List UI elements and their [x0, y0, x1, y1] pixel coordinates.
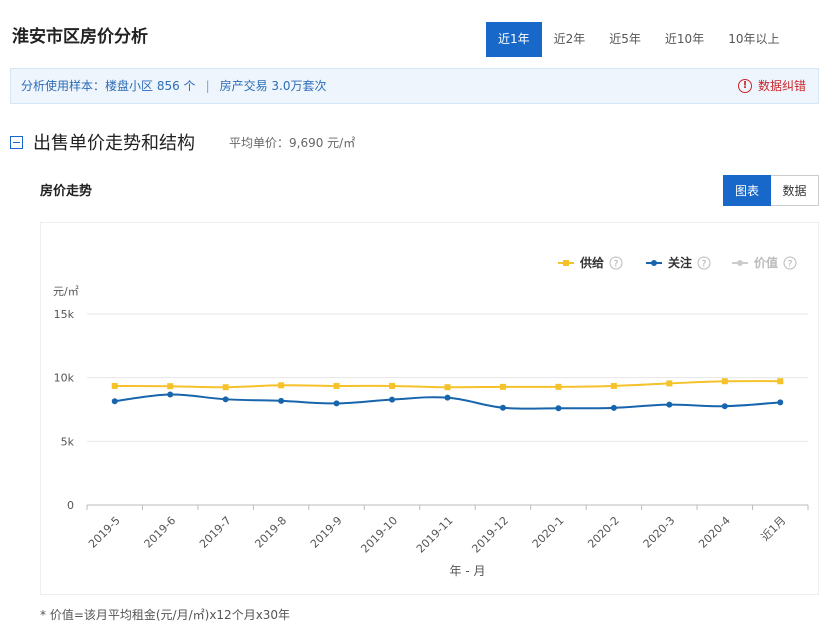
y-tick-label: 0 [67, 499, 74, 512]
series-point [777, 378, 784, 385]
series-point [499, 383, 506, 390]
series-point [389, 396, 396, 403]
sample-community-count: 楼盘小区 856 个 [105, 79, 196, 93]
average-price-value: 9,690 元/㎡ [289, 135, 356, 150]
tab-10-years[interactable]: 近10年 [653, 22, 716, 57]
y-tick-label: 10k [54, 372, 75, 385]
series-point [777, 399, 784, 406]
y-axis-unit-label: 元/㎡ [53, 285, 79, 298]
series-point [333, 382, 340, 389]
data-correction-label: 数据纠错 [757, 79, 806, 93]
section-title: 出售单价走势和结构 [33, 133, 195, 154]
series-point [610, 382, 617, 389]
series-point [666, 380, 673, 387]
series-point [444, 394, 451, 401]
series-point [444, 384, 451, 391]
average-price-label: 平均单价： [229, 135, 290, 150]
info-icon: ! [737, 79, 752, 93]
data-correction-link[interactable]: ! 数据纠错 [737, 69, 806, 103]
series-point [721, 403, 728, 410]
chart-panel: 元/㎡ 0 5k 10k 15k 2019-5 2019-6 2019-7 2019-8 2019… [40, 222, 819, 595]
series-point [555, 383, 562, 390]
sample-separator: | [205, 79, 210, 93]
help-icon-glyph: ? [614, 260, 619, 270]
series-point [278, 397, 285, 404]
series-point [555, 405, 562, 412]
data-view-button[interactable]: 数据 [771, 175, 819, 206]
series-point [222, 384, 229, 391]
sample-info-bar: 分析使用样本：楼盘小区 856 个 | 房产交易 3.0万套次 ! 数据纠错 [10, 68, 819, 104]
chart-view-button[interactable]: 图表 [723, 175, 771, 206]
page-title: 淮安市区房价分析 [12, 27, 148, 47]
sample-transaction-count: 房产交易 3.0万套次 [219, 79, 327, 93]
series-point [222, 396, 229, 403]
series-point [666, 401, 673, 408]
legend-swatch-marker [737, 260, 743, 266]
x-tick-label: 2019-12 [469, 514, 511, 556]
x-tick-label: 2020-1 [530, 514, 567, 551]
series-point [389, 382, 396, 389]
series-point [167, 391, 174, 398]
section-header: 出售单价走势和结构 平均单价：9,690 元/㎡ [10, 129, 355, 155]
legend-swatch-marker [563, 260, 569, 266]
legend-label: 供给 [579, 255, 604, 270]
series-point [111, 398, 118, 405]
series-point [499, 404, 506, 411]
tab-5-years[interactable]: 近5年 [597, 22, 653, 57]
x-tick-label: 2019-11 [414, 514, 456, 556]
x-tick-label: 2020-3 [641, 514, 678, 551]
chart-subtitle: 房价走势 [40, 184, 93, 199]
series-point [721, 378, 728, 385]
tab-2-years[interactable]: 近2年 [542, 22, 598, 57]
x-tick-label: 2020-4 [696, 514, 733, 551]
sample-prefix: 分析使用样本： [21, 79, 106, 93]
series-point [167, 383, 174, 390]
footnote: * 价值=该月平均租金(元/月/㎡)x12个月x30年 [40, 608, 291, 622]
series-point [111, 382, 118, 389]
series-point [333, 400, 340, 407]
series-point [610, 404, 617, 411]
x-tick-label: 2019-9 [308, 514, 345, 551]
series-point [278, 382, 285, 389]
average-price: 平均单价：9,690 元/㎡ [229, 134, 355, 151]
view-toggle: 图表 数据 [723, 175, 819, 206]
help-icon-glyph: ? [702, 260, 707, 270]
collapse-icon[interactable] [10, 135, 23, 149]
x-tick-label: 2019-7 [197, 514, 234, 551]
x-tick-label: 2020-2 [585, 514, 622, 551]
x-tick-label: 近1月 [759, 514, 789, 544]
help-icon-glyph: ? [788, 260, 793, 270]
legend-label: 关注 [668, 255, 692, 270]
x-tick-label: 2019-6 [142, 514, 179, 551]
y-tick-label: 5k [61, 435, 75, 448]
tab-1-year[interactable]: 近1年 [486, 22, 542, 57]
x-tick-label: 2019-8 [252, 514, 289, 551]
tab-over-10-years[interactable]: 10年以上 [716, 22, 791, 57]
legend-label: 价值 [754, 255, 778, 270]
price-trend-chart: 元/㎡ 0 5k 10k 15k 2019-5 2019-6 2019-7 2019-8 2019… [53, 255, 809, 578]
x-tick-label: 2019-10 [358, 514, 400, 556]
period-tabs: 近1年 近2年 近5年 近10年 10年以上 [486, 22, 791, 57]
y-tick-label: 15k [54, 308, 75, 321]
x-tick-label: 2019-5 [86, 514, 123, 551]
legend-swatch-marker [651, 260, 657, 266]
x-axis-title: 年 - 月 [450, 564, 486, 578]
